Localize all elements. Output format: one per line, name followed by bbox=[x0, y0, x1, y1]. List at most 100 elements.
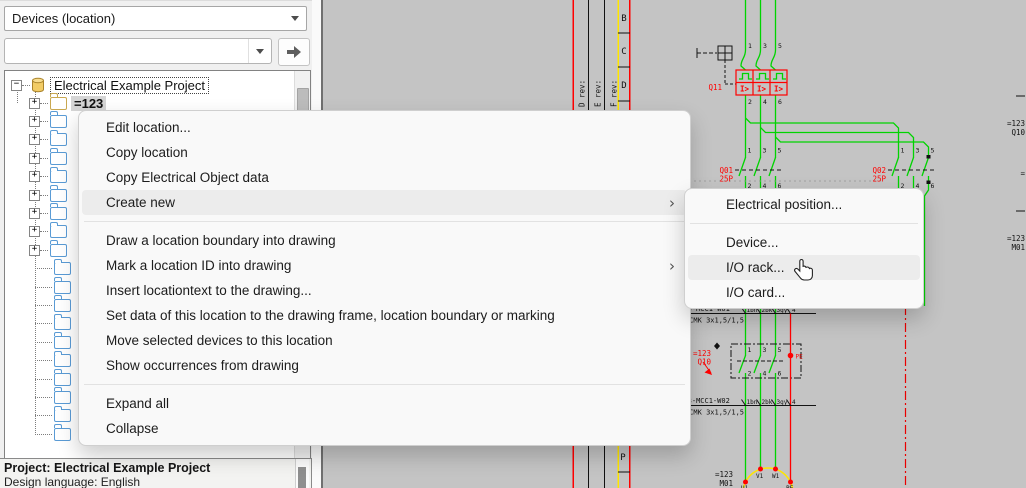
svg-text:5: 5 bbox=[778, 147, 782, 155]
svg-text:Q10: Q10 bbox=[1011, 128, 1025, 137]
tree-item[interactable] bbox=[29, 315, 71, 333]
tree-item[interactable] bbox=[29, 425, 71, 443]
expand-expander-icon[interactable]: + bbox=[29, 208, 40, 219]
menu-item-label: I/O rack... bbox=[726, 260, 785, 275]
tree-item[interactable] bbox=[29, 333, 71, 351]
expand-expander-icon[interactable]: + bbox=[29, 226, 40, 237]
menu-item-label: Copy location bbox=[106, 145, 188, 160]
tree-connector bbox=[40, 231, 48, 232]
tree-item[interactable] bbox=[29, 352, 71, 370]
svg-text:1: 1 bbox=[748, 346, 752, 354]
location-folder-icon bbox=[50, 225, 67, 238]
svg-text:5: 5 bbox=[778, 42, 782, 50]
location-folder-icon bbox=[50, 133, 67, 146]
tree-item[interactable] bbox=[29, 296, 71, 314]
tree-item[interactable]: + bbox=[29, 204, 67, 222]
tree-item[interactable]: + bbox=[29, 186, 67, 204]
tree-view-mode-select[interactable]: Devices (location) bbox=[4, 6, 307, 31]
tree-item[interactable] bbox=[29, 407, 71, 425]
q02-terminal-square bbox=[927, 155, 931, 159]
apply-filter-button[interactable] bbox=[278, 38, 310, 66]
expand-expander-icon[interactable]: + bbox=[29, 190, 40, 201]
menu-item-mark-location-id[interactable]: Mark a location ID into drawing› bbox=[82, 253, 687, 278]
menu-item-edit-location[interactable]: Edit location... bbox=[82, 115, 687, 140]
expand-expander-icon[interactable]: + bbox=[29, 153, 40, 164]
tree-connector bbox=[35, 379, 52, 380]
tree-item[interactable]: + bbox=[29, 168, 67, 186]
svg-text:Q11: Q11 bbox=[708, 83, 722, 92]
tree-item[interactable]: + bbox=[29, 112, 67, 130]
menu-item-show-occurrences[interactable]: Show occurrences from drawing bbox=[82, 353, 687, 378]
project-database-icon bbox=[30, 77, 46, 93]
tree-view-mode-value: Devices (location) bbox=[5, 11, 284, 26]
tree-item-root[interactable]: − Electrical Example Project bbox=[11, 76, 209, 94]
menu-item-label: Electrical position... bbox=[726, 197, 842, 212]
menu-item-label: Copy Electrical Object data bbox=[106, 170, 269, 185]
svg-text:D rev:: D rev: bbox=[578, 80, 587, 107]
tree-item[interactable]: + bbox=[29, 241, 67, 259]
status-scrollbar[interactable] bbox=[295, 459, 309, 488]
svg-text:3: 3 bbox=[763, 42, 767, 50]
svg-text:3gy: 3gy bbox=[777, 399, 788, 406]
expand-expander-icon[interactable]: + bbox=[29, 134, 40, 145]
chevron-down-icon[interactable] bbox=[248, 39, 271, 63]
svg-text:1: 1 bbox=[901, 147, 905, 155]
tree-item[interactable]: + bbox=[29, 131, 67, 149]
menu-item-insert-locationtext[interactable]: Insert locationtext to the drawing... bbox=[82, 278, 687, 303]
expand-expander-icon[interactable]: + bbox=[29, 171, 40, 182]
svg-text:25P: 25P bbox=[719, 175, 733, 184]
location-folder-icon bbox=[54, 373, 71, 386]
menu-item-device[interactable]: Device... bbox=[688, 230, 920, 255]
tree-item[interactable] bbox=[29, 260, 71, 278]
menu-item-draw-location-boundary[interactable]: Draw a location boundary into drawing bbox=[82, 228, 687, 253]
location-folder-icon bbox=[50, 189, 67, 202]
location-folder-icon bbox=[54, 428, 71, 441]
filter-combobox[interactable] bbox=[4, 38, 272, 64]
svg-text:25P: 25P bbox=[872, 175, 886, 184]
tree-connector bbox=[35, 434, 52, 435]
menu-item-move-selected-devices[interactable]: Move selected devices to this location bbox=[82, 328, 687, 353]
q02-terminal-square bbox=[927, 181, 931, 185]
menu-item-expand-all[interactable]: Expand all bbox=[82, 391, 687, 416]
svg-text:M01: M01 bbox=[719, 479, 733, 488]
tree-item[interactable] bbox=[29, 370, 71, 388]
menu-item-label: Expand all bbox=[106, 396, 169, 411]
tree-connector bbox=[35, 397, 52, 398]
svg-text:2: 2 bbox=[748, 98, 752, 106]
expand-expander-icon[interactable]: + bbox=[29, 98, 40, 109]
chevron-down-icon[interactable] bbox=[284, 7, 306, 30]
tree-connector bbox=[40, 176, 48, 177]
tree-connector bbox=[40, 250, 48, 251]
tree-connector bbox=[40, 103, 48, 104]
svg-text:2bk: 2bk bbox=[762, 399, 773, 406]
scrollbar-thumb[interactable] bbox=[298, 467, 306, 488]
svg-text:6: 6 bbox=[778, 98, 782, 106]
menu-item-label: I/O card... bbox=[726, 285, 785, 300]
tree-item-label: Electrical Example Project bbox=[50, 77, 209, 94]
collapse-expander-icon[interactable]: − bbox=[11, 80, 22, 91]
location-folder-icon bbox=[54, 354, 71, 367]
expand-expander-icon[interactable]: + bbox=[29, 245, 40, 256]
location-folder-icon bbox=[54, 317, 71, 330]
svg-text:F rev:: F rev: bbox=[610, 80, 619, 107]
menu-item-collapse[interactable]: Collapse bbox=[82, 416, 687, 441]
location-folder-icon bbox=[50, 152, 67, 165]
project-status-panel: Project: Electrical Example Project Desi… bbox=[0, 458, 312, 488]
tree-item[interactable] bbox=[29, 278, 71, 296]
hand-cursor bbox=[792, 258, 816, 289]
q11-trip-symbols: I> I> I> bbox=[740, 85, 784, 94]
menu-item-copy-location[interactable]: Copy location bbox=[82, 140, 687, 165]
expand-expander-icon[interactable]: + bbox=[29, 116, 40, 127]
location-folder-icon bbox=[54, 299, 71, 312]
menu-item-label: Show occurrences from drawing bbox=[106, 358, 299, 373]
menu-item-set-data-of-location[interactable]: Set data of this location to the drawing… bbox=[82, 303, 687, 328]
tree-item[interactable]: + bbox=[29, 223, 67, 241]
design-language-text: Design language: English bbox=[0, 475, 311, 488]
menu-item-create-new[interactable]: Create new› bbox=[82, 190, 687, 215]
tree-item[interactable] bbox=[29, 388, 71, 406]
location-folder-icon bbox=[50, 97, 67, 110]
tree-item[interactable]: + bbox=[29, 149, 67, 167]
menu-item-copy-electrical-object-data[interactable]: Copy Electrical Object data bbox=[82, 165, 687, 190]
project-name-text: Project: Electrical Example Project bbox=[0, 459, 311, 475]
menu-item-electrical-position[interactable]: Electrical position... bbox=[688, 192, 920, 217]
